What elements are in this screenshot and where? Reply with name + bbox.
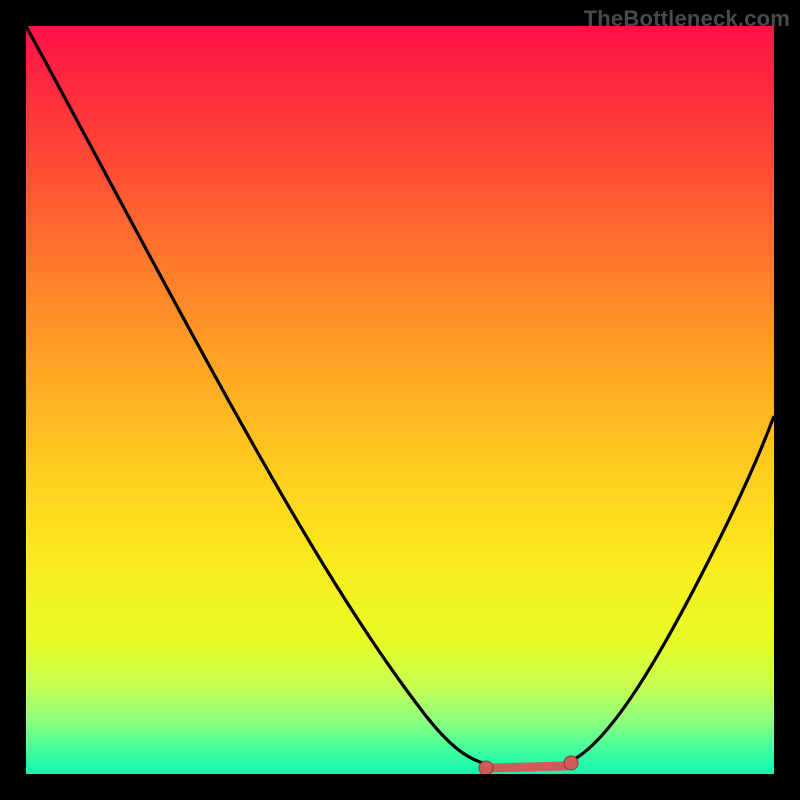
highlight-end-dot — [564, 756, 578, 770]
highlight-region — [479, 756, 578, 774]
chart-container: TheBottleneck.com — [0, 0, 800, 800]
curve-svg — [26, 26, 774, 774]
highlight-bar — [489, 766, 566, 768]
bottleneck-curve-path — [26, 26, 774, 768]
highlight-start-dot — [479, 761, 493, 774]
bottleneck-curve — [26, 26, 774, 768]
plot-area — [26, 26, 774, 774]
watermark-text: TheBottleneck.com — [584, 6, 790, 32]
